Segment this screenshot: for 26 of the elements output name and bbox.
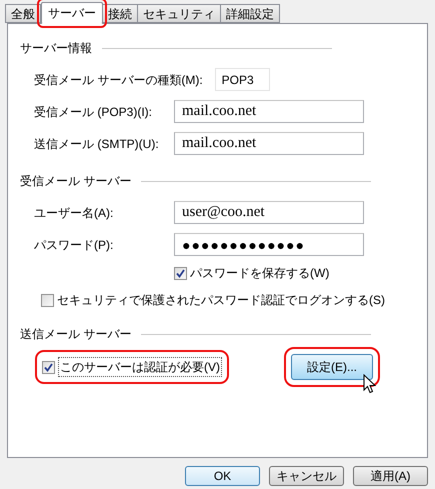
input-field[interactable]: POP3	[214, 68, 270, 91]
field-label: 受信メール (POP3)(I):	[34, 104, 154, 120]
dialog-button[interactable]: OK	[185, 466, 260, 486]
checkbox-label: セキュリティで保護されたパスワード認証でログオンする(S)	[57, 292, 385, 309]
input-field[interactable]: ●●●●●●●●●●●●●	[174, 233, 364, 256]
checkbox[interactable]	[41, 294, 54, 306]
input-field[interactable]: mail.coo.net	[174, 100, 364, 123]
dialog-button[interactable]: キャンセル	[269, 466, 344, 486]
tab[interactable]: 詳細設定	[220, 4, 280, 23]
field-label: 受信メール サーバーの種類(M):	[34, 72, 204, 88]
input-field[interactable]: mail.coo.net	[174, 132, 364, 155]
checkbox-label: パスワードを保存する(W)	[190, 265, 330, 282]
section-title: サーバー情報	[20, 40, 93, 57]
input-field[interactable]: user@coo.net	[174, 201, 364, 224]
section-title: 送信メール サーバー	[20, 326, 132, 343]
checkbox[interactable]	[174, 266, 187, 280]
section-title: 受信メール サーバー	[20, 173, 132, 190]
field-label: 送信メール (SMTP)(U):	[34, 136, 160, 152]
field-label: パスワード(P):	[34, 236, 114, 254]
tab[interactable]: 全般	[5, 4, 41, 23]
checkbox[interactable]	[42, 360, 55, 374]
field-label: ユーザー名(A):	[34, 204, 114, 222]
dialog-button[interactable]: 適用(A)	[353, 466, 428, 486]
cursor-icon	[363, 374, 377, 394]
checkbox-label: このサーバーは認証が必要(V)	[58, 357, 222, 377]
tab[interactable]: セキュリティ	[137, 4, 221, 23]
